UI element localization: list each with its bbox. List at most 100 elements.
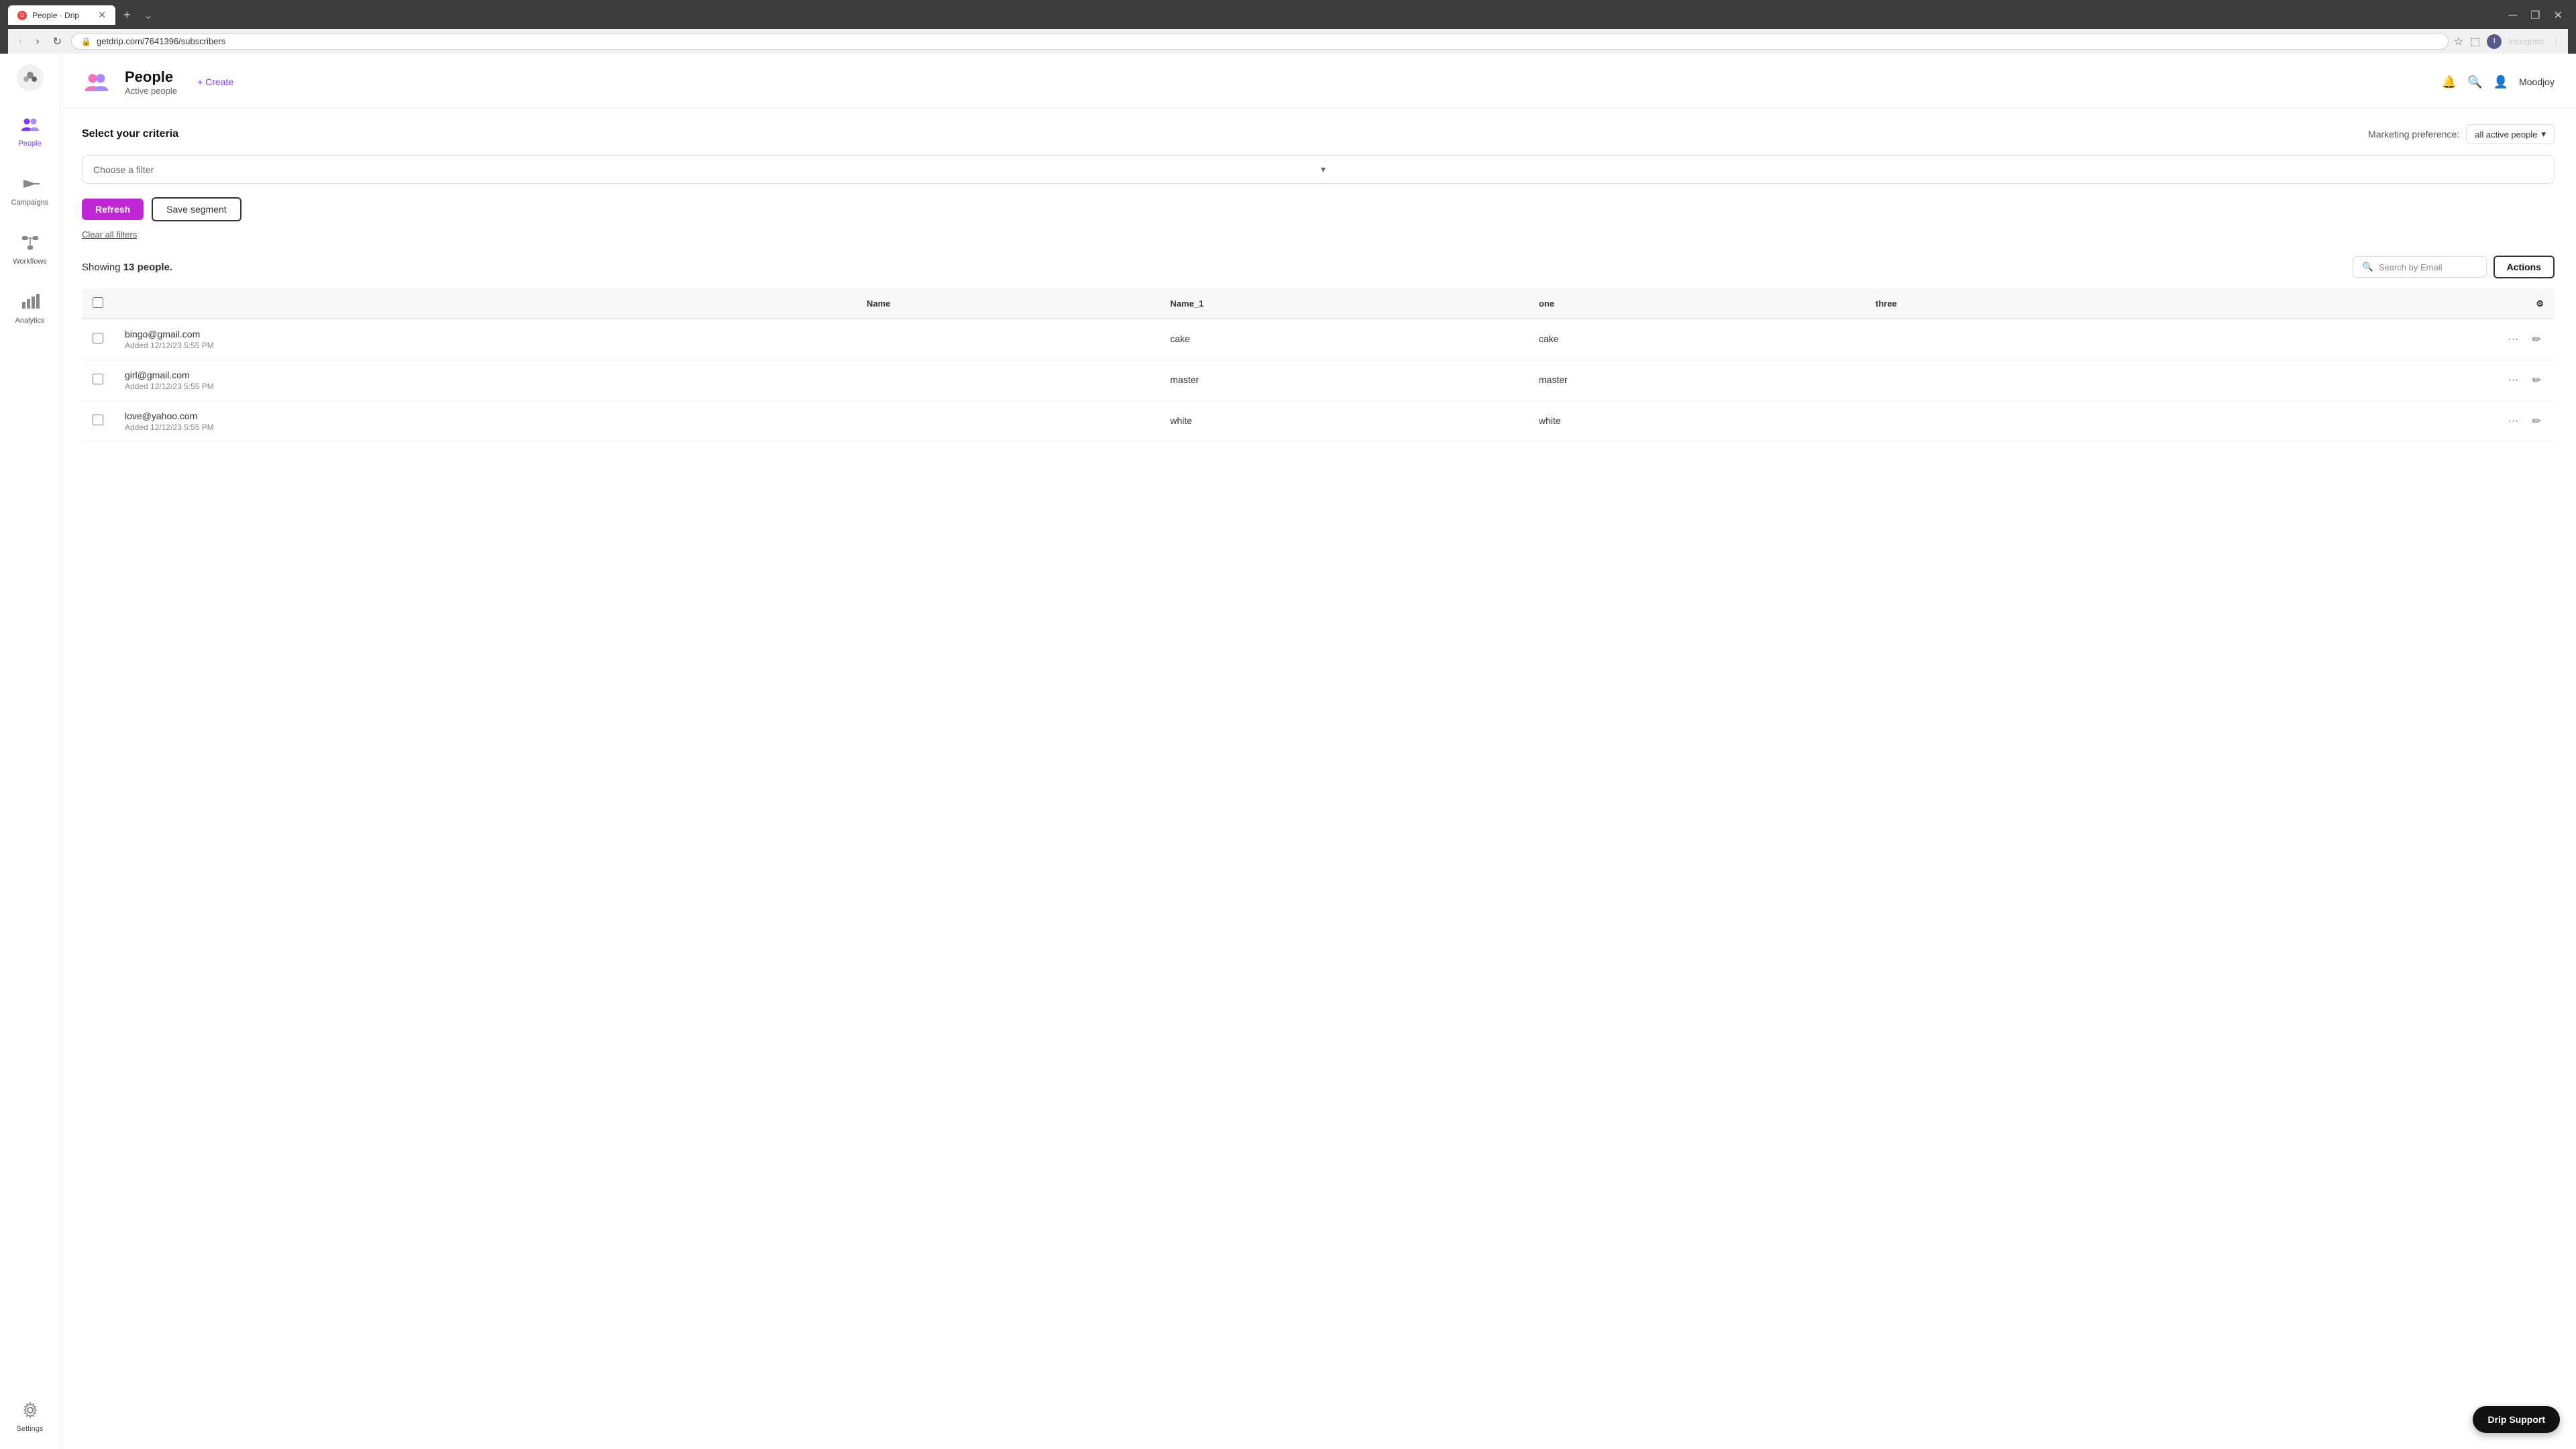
search-box[interactable]: 🔍 Search by Email [2353, 256, 2487, 278]
person-one: master [1528, 360, 1865, 401]
settings-icon [18, 1398, 42, 1422]
extension-btn[interactable]: ⬚ [2470, 35, 2480, 48]
person-name1-val: white [1170, 415, 1192, 426]
row-actions-cell: ··· ✏ [2152, 401, 2555, 442]
criteria-label: Select your criteria [82, 128, 178, 140]
clear-filters-link[interactable]: Clear all filters [82, 229, 2555, 239]
analytics-svg-icon [21, 292, 40, 311]
window-close-btn[interactable]: ✕ [2548, 6, 2568, 25]
reload-button[interactable]: ↻ [49, 34, 66, 50]
header-settings[interactable]: ⚙ [2152, 289, 2555, 319]
filter-placeholder: Choose a filter [93, 164, 1316, 175]
sidebar-item-people[interactable]: People [5, 107, 54, 153]
drip-support-button[interactable]: Drip Support [2473, 1406, 2560, 1433]
header-row: Name Name_1 one three ⚙ [82, 289, 2555, 319]
row-checkbox-cell [82, 401, 114, 442]
filter-bar[interactable]: Choose a filter ▾ [82, 155, 2555, 184]
row-actions: ··· ✏ [2163, 412, 2544, 431]
browser-chrome: D People · Drip ✕ + ⌄ ─ ❐ ✕ ‹ › ↻ 🔒 getd… [0, 0, 2576, 54]
more-options-button[interactable]: ··· [2506, 372, 2522, 389]
person-email[interactable]: bingo@gmail.com [125, 329, 845, 339]
person-info-cell: love@yahoo.com Added 12/12/23 5:55 PM [114, 401, 856, 442]
back-button[interactable]: ‹ [15, 34, 26, 49]
create-button[interactable]: + Create [191, 72, 240, 91]
person-three [1865, 360, 2152, 401]
sidebar-item-settings[interactable]: Settings [11, 1393, 49, 1438]
sidebar: People Campaigns [0, 54, 60, 1449]
chrome-menu-btn[interactable]: ⋮ [2551, 35, 2561, 48]
search-actions: 🔍 Search by Email Actions [2353, 256, 2555, 278]
forward-button[interactable]: › [32, 34, 43, 49]
person-info-cell: girl@gmail.com Added 12/12/23 5:55 PM [114, 360, 856, 401]
main-content: People Active people + Create 🔔 🔍 👤 Mood… [60, 54, 2576, 1449]
sidebar-item-campaigns[interactable]: Campaigns [5, 166, 54, 212]
save-segment-button[interactable]: Save segment [152, 197, 241, 221]
header-email [114, 289, 856, 319]
sidebar-item-analytics[interactable]: Analytics [5, 284, 54, 330]
search-icon[interactable]: 🔍 [2467, 75, 2482, 89]
active-tab[interactable]: D People · Drip ✕ [8, 5, 115, 25]
row-checkbox-cell [82, 360, 114, 401]
header-checkbox [82, 289, 114, 319]
browser-nav: ‹ › ↻ 🔒 getdrip.com/7641396/subscribers … [8, 29, 2568, 54]
more-options-button[interactable]: ··· [2506, 413, 2522, 430]
table-row: love@yahoo.com Added 12/12/23 5:55 PM wh… [82, 401, 2555, 442]
new-tab-button[interactable]: + [118, 5, 136, 25]
marketing-chevron-icon: ▾ [2541, 129, 2546, 140]
page-subtitle: Active people [125, 86, 177, 96]
person-info-cell: bingo@gmail.com Added 12/12/23 5:55 PM [114, 319, 856, 360]
row-checkbox[interactable] [93, 374, 103, 384]
workflows-icon [18, 231, 42, 255]
window-restore-btn[interactable]: ❐ [2525, 6, 2545, 25]
page-header-text: People Active people [125, 68, 177, 96]
table-row: girl@gmail.com Added 12/12/23 5:55 PM ma… [82, 360, 2555, 401]
page-header: People Active people + Create 🔔 🔍 👤 Mood… [60, 54, 2576, 108]
profile-icon[interactable]: 👤 [2493, 75, 2508, 89]
row-checkbox[interactable] [93, 333, 103, 343]
tab-favicon: D [17, 11, 27, 20]
profile-button[interactable]: I [2487, 34, 2502, 49]
marketing-pref-label: Marketing preference: [2368, 129, 2459, 140]
person-one-val: cake [1539, 333, 1559, 344]
tab-overflow-icon[interactable]: ⌄ [139, 6, 158, 25]
row-actions: ··· ✏ [2163, 330, 2544, 349]
people-count: Showing 13 people. [82, 262, 172, 273]
refresh-button[interactable]: Refresh [82, 199, 144, 220]
edit-button[interactable]: ✏ [2530, 412, 2544, 431]
person-three [1865, 319, 2152, 360]
person-email[interactable]: girl@gmail.com [125, 370, 845, 380]
bookmark-icon[interactable]: ☆ [2454, 35, 2463, 48]
person-one-val: master [1539, 374, 1568, 385]
row-actions-cell: ··· ✏ [2152, 360, 2555, 401]
select-all-checkbox[interactable] [93, 297, 103, 308]
address-bar[interactable]: 🔒 getdrip.com/7641396/subscribers [71, 33, 2449, 50]
table-settings-icon[interactable]: ⚙ [2536, 299, 2544, 309]
window-minimize-btn[interactable]: ─ [2503, 5, 2522, 25]
person-name1-val: cake [1170, 333, 1190, 344]
showing-count: 13 people. [123, 262, 172, 273]
row-checkbox-cell [82, 319, 114, 360]
tab-close-btn[interactable]: ✕ [98, 9, 106, 21]
showing-prefix: Showing [82, 262, 123, 273]
person-one: white [1528, 401, 1865, 442]
person-added: Added 12/12/23 5:55 PM [125, 341, 845, 350]
person-one-val: white [1539, 415, 1561, 426]
sidebar-label-settings: Settings [17, 1425, 44, 1433]
actions-button[interactable]: Actions [2493, 256, 2555, 278]
campaigns-icon [18, 172, 42, 196]
notifications-icon[interactable]: 🔔 [2442, 75, 2457, 89]
more-options-button[interactable]: ··· [2506, 331, 2522, 348]
header-name1: Name_1 [1159, 289, 1527, 319]
sidebar-item-workflows[interactable]: Workflows [5, 225, 54, 271]
browser-tabs: D People · Drip ✕ + ⌄ ─ ❐ ✕ [8, 5, 2568, 25]
row-checkbox[interactable] [93, 415, 103, 425]
header-name: Name [856, 289, 1159, 319]
person-added: Added 12/12/23 5:55 PM [125, 382, 845, 391]
edit-button[interactable]: ✏ [2530, 330, 2544, 349]
marketing-dropdown[interactable]: all active people ▾ [2466, 124, 2555, 144]
page-content: Select your criteria Marketing preferenc… [60, 108, 2576, 458]
edit-button[interactable]: ✏ [2530, 371, 2544, 390]
table-body: bingo@gmail.com Added 12/12/23 5:55 PM c… [82, 319, 2555, 442]
header-one: one [1528, 289, 1865, 319]
person-email[interactable]: love@yahoo.com [125, 411, 845, 421]
